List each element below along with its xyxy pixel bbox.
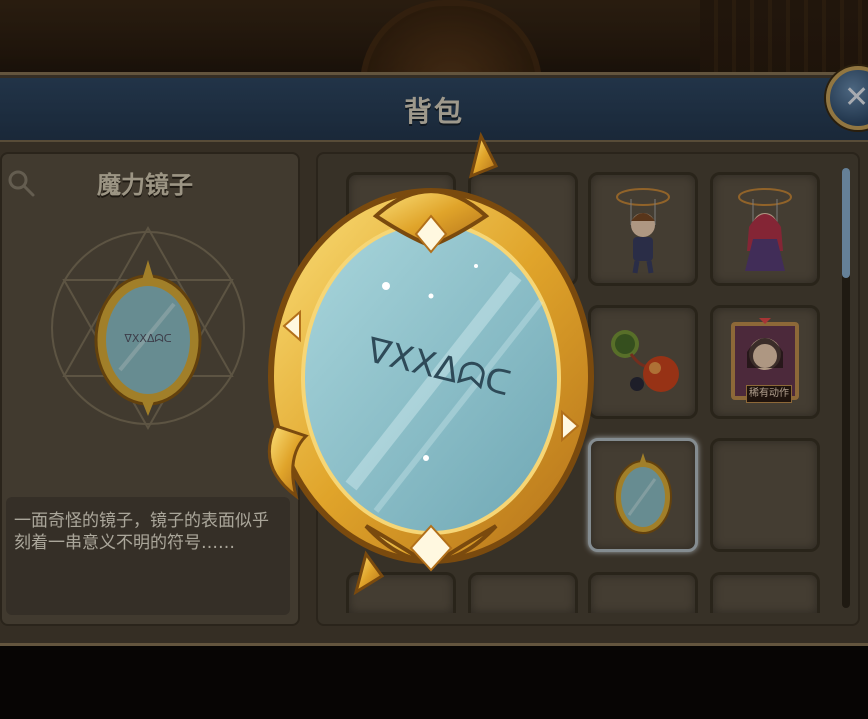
item-name: 魔力镜子 (97, 171, 193, 199)
inventory-slot-16[interactable] (710, 572, 820, 613)
inventory-slot-4[interactable] (710, 172, 820, 286)
item-description: 一面奇怪的镜子，镜子的表面似乎刻着一串意义不明的符号…… (14, 511, 269, 553)
item-preview-mirror: ᐁXXᐃᗣᑕ (94, 260, 202, 416)
window-title: 背包 (403, 95, 464, 128)
background-bookshelf (700, 0, 868, 80)
puppet-girl-icon (738, 188, 792, 271)
magic-mirror-popup: ᐁXXᐃᗣᑕ (267, 131, 594, 596)
mirror-item-icon (614, 453, 672, 534)
svg-text:ᐁXXᐃᗣᑕ: ᐁXXᐃᗣᑕ (124, 332, 171, 345)
search-icon[interactable] (6, 168, 36, 198)
rare-action-tag: 稀有动作 (746, 385, 792, 403)
inventory-slot-12[interactable] (710, 438, 820, 552)
orbs-icon (611, 330, 679, 392)
puppet-boy-icon (616, 188, 670, 274)
close-icon: ✕ (844, 80, 868, 115)
scrollbar-thumb[interactable] (842, 168, 850, 278)
